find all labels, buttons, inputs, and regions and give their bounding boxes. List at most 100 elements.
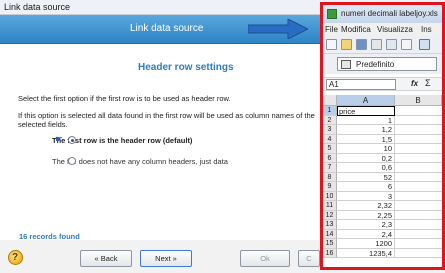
row-header[interactable]: 4	[323, 134, 337, 144]
save-icon[interactable]	[356, 39, 367, 50]
menu-visualizza[interactable]: Visualizza	[377, 25, 413, 34]
instruction-text-2: If this option is selected all data foun…	[18, 111, 315, 129]
next-button[interactable]: Next »	[140, 250, 192, 267]
cell-b[interactable]	[395, 239, 442, 249]
table-row: 11 2,32	[323, 201, 442, 211]
cell-a[interactable]: 1235,4	[337, 248, 395, 258]
edit-mode-icon[interactable]	[419, 39, 430, 50]
table-row: 1 price	[323, 106, 442, 116]
edit-file-icon[interactable]	[386, 39, 397, 50]
cell-a[interactable]: 2,25	[337, 210, 395, 220]
records-found-status: 16 records found	[19, 232, 80, 241]
dialog-window-title: Link data source	[4, 2, 71, 12]
cell-b[interactable]	[395, 154, 442, 163]
back-button[interactable]: « Back	[80, 250, 132, 267]
style-select-value: Predefinito	[356, 60, 395, 69]
menu-modifica[interactable]: Modifica	[341, 25, 371, 34]
pointer-hand-icon: ☛	[55, 134, 64, 144]
spreadsheet-title: numeri decimali labeljoy.xls	[341, 9, 438, 18]
cell-a[interactable]: 10	[337, 144, 395, 154]
cell-a[interactable]: 1200	[337, 239, 395, 249]
section-title: Header row settings	[138, 62, 234, 73]
table-row: 15 1200	[323, 239, 442, 249]
row-header[interactable]: 9	[323, 182, 337, 192]
cell-a[interactable]: 2,3	[337, 220, 395, 230]
cell-b[interactable]	[395, 135, 442, 144]
row-header[interactable]: 8	[323, 172, 337, 182]
spreadsheet-toolbar	[323, 36, 442, 54]
menu-inserisci[interactable]: Ins	[421, 25, 432, 34]
cell-a[interactable]: 2,4	[337, 229, 395, 239]
cell-a[interactable]: 52	[337, 172, 395, 182]
row-header[interactable]: 1	[323, 106, 337, 116]
cell-b[interactable]	[395, 125, 442, 135]
cell-reference-box[interactable]: A1	[326, 79, 396, 90]
cell-a[interactable]: 0,2	[337, 153, 395, 163]
export-pdf-icon[interactable]	[401, 39, 412, 50]
row-header[interactable]: 13	[323, 220, 337, 230]
cell-a[interactable]: 1,5	[337, 134, 395, 144]
table-row: 16 1235,4	[323, 248, 442, 258]
cell-b[interactable]	[395, 192, 442, 201]
cell-b[interactable]	[395, 116, 442, 125]
cell-b[interactable]	[395, 249, 442, 258]
new-document-icon[interactable]	[326, 39, 337, 50]
row-header[interactable]: 7	[323, 163, 337, 173]
table-row: 5 10	[323, 144, 442, 154]
cell-a[interactable]: 1	[337, 115, 395, 125]
cell-a[interactable]: 3	[337, 191, 395, 201]
radio-header-row[interactable]	[68, 136, 76, 144]
corner-header[interactable]	[323, 95, 337, 106]
row-header[interactable]: 3	[323, 125, 337, 135]
table-row: 10 3	[323, 191, 442, 201]
sum-icon[interactable]: Σ	[425, 78, 431, 88]
cancel-button[interactable]: C	[298, 250, 320, 267]
row-header[interactable]: 16	[323, 248, 337, 258]
instruction-text-1: Select the first option if the first row…	[18, 94, 231, 103]
table-row: 96	[323, 182, 442, 192]
cell-b[interactable]	[395, 182, 442, 192]
cell-b[interactable]	[395, 201, 442, 211]
radio-no-header[interactable]	[68, 157, 76, 165]
style-select[interactable]: Predefinito	[337, 57, 437, 71]
help-icon[interactable]: ?	[8, 250, 23, 265]
column-header-a[interactable]: A	[337, 95, 395, 106]
option-no-header-label[interactable]: The file does not have any column header…	[52, 157, 228, 166]
table-row: 3 1,2	[323, 125, 442, 135]
cell-reference-value: A1	[329, 80, 339, 89]
function-wizard-icon[interactable]: fx	[411, 79, 418, 88]
row-header[interactable]: 10	[323, 191, 337, 201]
cell-a[interactable]: price	[337, 106, 395, 116]
cell-a[interactable]: 0,6	[337, 163, 395, 173]
ok-button[interactable]: Ok	[240, 250, 290, 267]
cell-b[interactable]	[395, 230, 442, 239]
table-row: 14 2,4	[323, 229, 442, 239]
spreadsheet-menu-bar: File Modifica Visualizza Ins	[323, 23, 442, 36]
row-header[interactable]: 12	[323, 210, 337, 220]
banner-title: Link data source	[130, 23, 204, 34]
row-header[interactable]: 15	[323, 239, 337, 249]
cell-b[interactable]	[395, 163, 442, 173]
cell-a[interactable]: 1,2	[337, 125, 395, 135]
cell-a[interactable]: 6	[337, 182, 395, 192]
row-header[interactable]: 11	[323, 201, 337, 211]
email-icon[interactable]	[371, 39, 382, 50]
table-row: 7 0,6	[323, 163, 442, 173]
cell-b[interactable]	[395, 173, 442, 182]
cell-b[interactable]	[395, 211, 442, 220]
cell-a[interactable]: 2,32	[337, 201, 395, 211]
cell-b[interactable]	[395, 106, 442, 116]
menu-file[interactable]: File	[325, 25, 338, 34]
cell-b[interactable]	[395, 220, 442, 230]
column-header-b[interactable]: B	[395, 95, 442, 106]
row-header[interactable]: 14	[323, 229, 337, 239]
open-folder-icon[interactable]	[341, 39, 352, 50]
spreadsheet-title-bar: numeri decimali labeljoy.xls	[323, 5, 442, 23]
row-header[interactable]: 5	[323, 144, 337, 154]
table-row: 8 52	[323, 172, 442, 182]
row-header[interactable]: 6	[323, 153, 337, 163]
cell-b[interactable]	[395, 144, 442, 154]
formatting-toolbar: Predefinito	[323, 54, 442, 74]
spreadsheet-window: numeri decimali labeljoy.xls File Modifi…	[320, 2, 445, 270]
row-header[interactable]: 2	[323, 115, 337, 125]
